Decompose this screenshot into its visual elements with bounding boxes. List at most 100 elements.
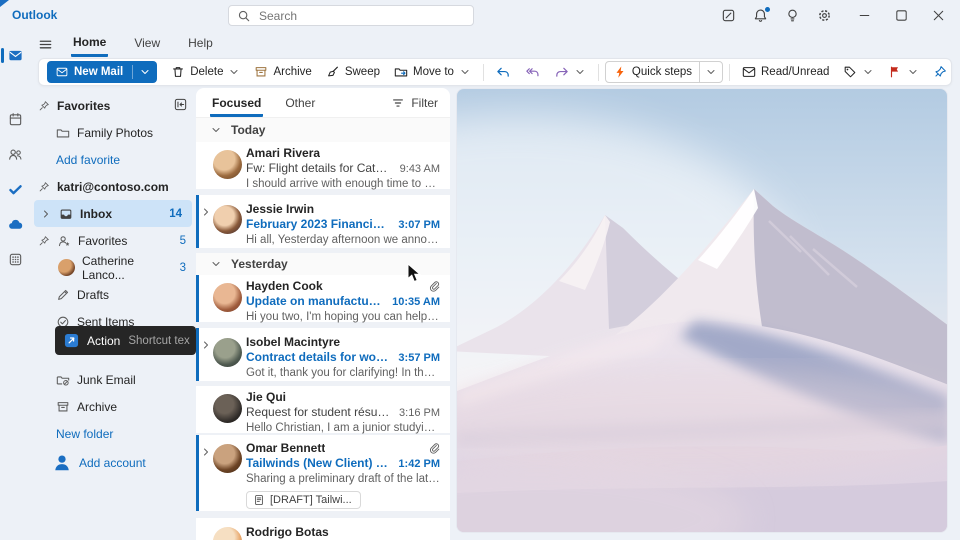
folder-family-photos[interactable]: Family Photos (30, 119, 196, 146)
folder-archive[interactable]: Archive (30, 393, 196, 420)
add-account-link[interactable]: Add account (30, 447, 196, 479)
chevron-down-icon (459, 66, 471, 78)
notifications-button[interactable] (753, 8, 768, 23)
add-favorite-link[interactable]: Add favorite (30, 146, 196, 173)
folder-inbox[interactable]: Inbox 14 (34, 200, 192, 227)
forward-icon (554, 65, 569, 80)
move-to-button[interactable]: Move to (388, 62, 477, 82)
reply-all-button[interactable] (519, 62, 546, 83)
email-row[interactable]: Jie Qui Request for student résumé revie… (196, 386, 450, 433)
ribbon-tab-row: Home View Help (38, 32, 239, 56)
delete-button[interactable]: Delete (165, 62, 246, 82)
tab-help[interactable]: Help (186, 33, 215, 55)
quick-steps-button[interactable]: Quick steps (605, 61, 723, 83)
lightning-icon (613, 65, 627, 79)
folder-favorites-people[interactable]: Favorites 5 (30, 227, 196, 254)
separator (598, 64, 599, 81)
expand-conversation-chevron[interactable] (200, 206, 212, 218)
reply-button[interactable] (490, 62, 517, 83)
action-tooltip: Action Shortcut tex (55, 326, 196, 355)
todo-check-icon (8, 182, 23, 197)
action-icon (64, 333, 79, 348)
new-mail-dropdown[interactable] (133, 61, 157, 83)
lightbulb-icon (785, 8, 800, 23)
search-input[interactable] (228, 5, 474, 26)
separator (483, 64, 484, 81)
rail-item-todo[interactable] (0, 176, 30, 202)
archive-icon (56, 400, 70, 414)
tips-button[interactable] (785, 8, 800, 23)
close-button[interactable] (931, 8, 946, 23)
rail-item-calendar[interactable] (0, 106, 30, 132)
hamburger-menu-button[interactable] (38, 37, 53, 52)
forward-button[interactable] (548, 62, 592, 83)
app-rail (0, 30, 30, 540)
rail-item-people[interactable] (0, 141, 30, 167)
avatar (213, 205, 242, 234)
read-unread-button[interactable]: Read/Unread (736, 62, 835, 82)
unread-indicator (196, 328, 199, 381)
envelope-icon (56, 66, 68, 78)
email-row[interactable]: Rodrigo Botas Final PTA Meeting!11:33 AM (196, 518, 450, 540)
settings-button[interactable] (817, 8, 832, 23)
app-title: Outlook (12, 8, 57, 22)
group-header-today[interactable]: Today (196, 118, 450, 142)
apps-grid-icon (8, 252, 23, 267)
chevron-right-icon[interactable] (40, 208, 52, 220)
filter-icon (391, 96, 405, 110)
expand-conversation-chevron[interactable] (200, 446, 212, 458)
categorize-button[interactable] (837, 62, 880, 82)
email-row[interactable]: Omar Bennett Tailwinds (New Client) Cont… (196, 435, 450, 511)
avatar (213, 444, 242, 473)
message-list-pane: Focused Other Filter Today Amari Rivera … (196, 88, 450, 540)
cloud-icon (8, 217, 23, 232)
sweep-button[interactable]: Sweep (320, 62, 386, 82)
folder-drafts[interactable]: Drafts (30, 281, 196, 308)
account-header[interactable]: katri@contoso.com (30, 173, 196, 200)
unread-count: 3 (180, 262, 186, 274)
tooltip-label: Action (87, 334, 120, 348)
new-mail-button[interactable]: New Mail (47, 61, 157, 83)
tab-view[interactable]: View (132, 33, 162, 55)
reply-all-icon (525, 65, 540, 80)
archive-button[interactable]: Archive (248, 62, 317, 82)
notification-badge (764, 6, 771, 13)
search-box[interactable] (228, 5, 474, 26)
email-row[interactable]: Amari Rivera Fw: Flight details for Cath… (196, 142, 450, 189)
maximize-button[interactable] (894, 8, 909, 23)
flag-icon (888, 65, 902, 79)
quick-steps-dropdown[interactable] (699, 62, 722, 82)
minimize-button[interactable] (857, 8, 872, 23)
attachment-icon (428, 281, 440, 293)
mountain-landscape-image (457, 89, 948, 533)
unread-count: 14 (169, 208, 182, 220)
collapse-folder-pane-button[interactable] (173, 97, 188, 112)
folder-pane: Favorites Family Photos Add favorite kat… (30, 88, 196, 540)
tab-focused[interactable]: Focused (210, 92, 263, 117)
chevron-down-icon (228, 66, 240, 78)
pin-button[interactable] (927, 62, 953, 82)
folder-catherine[interactable]: Catherine Lanco... 3 (30, 254, 196, 281)
gear-icon (817, 8, 832, 23)
favorites-header[interactable]: Favorites (30, 92, 196, 119)
move-folder-icon (394, 65, 408, 79)
pin-icon (38, 181, 50, 193)
tab-home[interactable]: Home (71, 32, 108, 57)
attachment-chip[interactable]: [DRAFT] Tailwi... (246, 491, 361, 509)
email-row[interactable]: Jessie Irwin February 2023 Financial Res… (196, 195, 450, 248)
rail-item-apps[interactable] (0, 246, 30, 272)
snooze-button[interactable] (955, 62, 960, 82)
email-row[interactable]: Isobel Macintyre Contract details for wo… (196, 328, 450, 381)
rail-item-onedrive[interactable] (0, 211, 30, 237)
reply-icon (496, 65, 511, 80)
document-icon (253, 494, 265, 506)
archive-icon (254, 65, 268, 79)
folder-junk[interactable]: Junk Email (30, 366, 196, 393)
new-note-button[interactable] (721, 8, 736, 23)
rail-item-mail[interactable] (0, 42, 30, 68)
tab-other[interactable]: Other (283, 92, 317, 117)
new-folder-link[interactable]: New folder (30, 420, 196, 447)
filter-button[interactable]: Filter (391, 96, 438, 117)
flag-button[interactable] (882, 62, 925, 82)
expand-conversation-chevron[interactable] (200, 339, 212, 351)
